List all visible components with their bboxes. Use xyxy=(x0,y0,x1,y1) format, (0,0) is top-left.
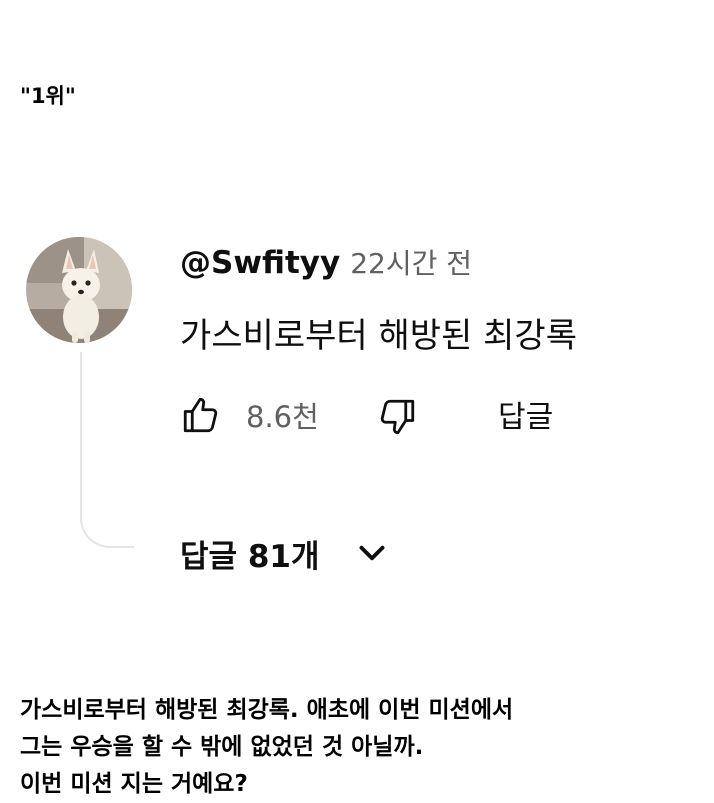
caption-line-2: 그는 우승을 할 수 밖에 없었던 것 아닐까. xyxy=(20,734,424,760)
thumbs-up-icon xyxy=(183,397,218,433)
replies-count-label: 답글 81개 xyxy=(180,538,320,575)
like-button[interactable] xyxy=(180,394,222,436)
like-count: 8.6천 xyxy=(246,400,319,434)
thread-line xyxy=(80,352,134,548)
caption-text: 가스비로부터 해방된 최강록. 애초에 이번 미션에서 그는 우승을 할 수 밖… xyxy=(20,692,513,803)
rank-label: "1위" xyxy=(20,84,76,108)
caption-line-3: 이번 미션 지는 거예요? xyxy=(20,771,248,797)
comment-actions: 8.6천 답글 xyxy=(180,390,600,440)
dog-avatar-image xyxy=(26,237,132,343)
chevron-down-icon xyxy=(359,545,384,561)
comment-header: @Swfityy 22시간 전 xyxy=(180,242,472,282)
comment-text: 가스비로부터 해방된 최강록 xyxy=(180,316,577,356)
dislike-button[interactable] xyxy=(376,396,418,438)
thumbs-down-icon xyxy=(380,399,415,435)
replies-toggle[interactable]: 답글 81개 xyxy=(180,530,390,576)
reply-button[interactable]: 답글 xyxy=(498,392,553,436)
comment-username[interactable]: @Swfityy xyxy=(180,245,340,281)
comment-timestamp[interactable]: 22시간 전 xyxy=(350,247,472,280)
avatar[interactable] xyxy=(26,237,132,343)
comment-card: @Swfityy 22시간 전 가스비로부터 해방된 최강록 8.6천 답글 답글… xyxy=(0,220,714,600)
caption-line-1: 가스비로부터 해방된 최강록. 애초에 이번 미션에서 xyxy=(20,697,514,723)
